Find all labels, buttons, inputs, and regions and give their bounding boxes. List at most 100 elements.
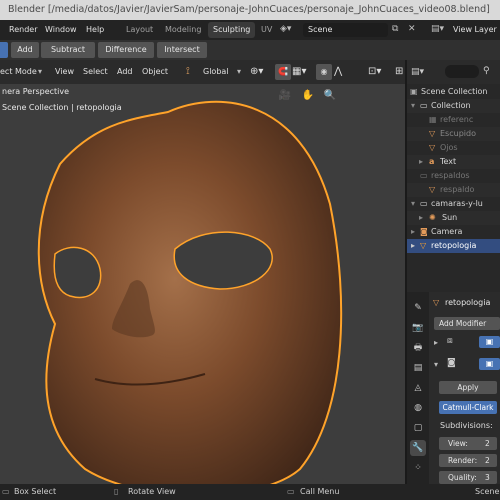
copy-scene-icon[interactable]: ⧉ bbox=[392, 24, 398, 34]
view-layer-name[interactable]: View Layer bbox=[453, 20, 497, 40]
outliner-header: ▤▾ ⚲ bbox=[407, 60, 500, 84]
outliner-row-label: camaras-y-lu bbox=[431, 199, 483, 208]
difference-button[interactable]: Difference bbox=[98, 42, 154, 58]
intersect-button[interactable]: Intersect bbox=[157, 42, 207, 58]
render-levels-field[interactable]: Render: 2 bbox=[439, 454, 497, 467]
outliner-display-icon[interactable]: ▤▾ bbox=[411, 65, 424, 79]
tab-layout[interactable]: Layout bbox=[121, 22, 158, 38]
tab-uv[interactable]: UV bbox=[256, 22, 277, 38]
add-modifier-button[interactable]: Add Modifier bbox=[434, 317, 500, 330]
apply-button[interactable]: Apply bbox=[439, 381, 497, 394]
collection-icon: ▣ bbox=[410, 87, 418, 96]
tool-tab-icon[interactable]: ✎ bbox=[410, 300, 426, 316]
snap-target-icon[interactable]: ▦▾ bbox=[292, 60, 306, 84]
menu-window[interactable]: Window bbox=[45, 20, 77, 40]
3d-viewport[interactable]: nera Perspective Scene Collection | reto… bbox=[0, 84, 405, 484]
falloff-icon[interactable]: ⋀ bbox=[334, 60, 342, 84]
catmull-clark-button[interactable]: Catmull-Clark bbox=[439, 401, 497, 414]
orientation-dropdown-icon[interactable]: ▾ bbox=[237, 60, 241, 84]
scene-name-field[interactable]: Scene bbox=[303, 23, 388, 37]
quality-label: Quality: bbox=[448, 473, 477, 482]
quality-field[interactable]: Quality: 3 bbox=[439, 471, 497, 484]
proportional-edit-icon[interactable]: ◉ bbox=[316, 64, 332, 80]
outliner-panel: ▤▾ ⚲ ▣ Scene Collection ▾ ▭ Collection ▦… bbox=[405, 60, 500, 292]
outliner-row[interactable]: ▣ Scene Collection bbox=[407, 85, 500, 99]
status-bar: ▭ Box Select ▯ Rotate View ▭ Call Menu S… bbox=[0, 484, 500, 500]
outliner-row-label: respaldo bbox=[440, 185, 475, 194]
transform-orientation[interactable]: Global bbox=[203, 60, 229, 84]
status-call-menu: Call Menu bbox=[300, 487, 340, 496]
world-tab-icon[interactable]: ◍ bbox=[410, 400, 426, 416]
outliner-row-label: Collection bbox=[431, 101, 471, 110]
outliner-row[interactable]: ▭ respaldos bbox=[407, 169, 500, 183]
pivot-point-icon[interactable]: ⊕▾ bbox=[250, 60, 263, 84]
scene-tab-icon[interactable]: ◬ bbox=[410, 380, 426, 396]
status-box-select: Box Select bbox=[14, 487, 57, 496]
tab-sculpting[interactable]: Sculpting bbox=[208, 22, 256, 38]
outliner-row[interactable]: ▸ ▽ retopologia bbox=[407, 239, 500, 253]
collection-icon: ▭ bbox=[420, 171, 428, 180]
particles-tab-icon[interactable]: ⁘ bbox=[410, 460, 426, 476]
outliner-row[interactable]: ▸ ✺ Sun bbox=[407, 211, 500, 225]
outliner-row-label: respaldos bbox=[431, 171, 470, 180]
view-levels-field[interactable]: View: 2 bbox=[439, 437, 497, 450]
view-layer-tab-icon[interactable]: ▤ bbox=[410, 360, 426, 376]
render-levels-value: 2 bbox=[485, 456, 490, 465]
outliner-row[interactable]: ▾ ▭ camaras-y-lu bbox=[407, 197, 500, 211]
outliner-row[interactable]: ▸ ◙ Camera bbox=[407, 225, 500, 239]
scene-browse-icon[interactable]: ◈▾ bbox=[280, 24, 291, 34]
outliner-row[interactable]: ▦ referenc bbox=[407, 113, 500, 127]
tab-modeling[interactable]: Modeling bbox=[160, 22, 206, 38]
render-tab-icon[interactable]: 📷 bbox=[410, 320, 426, 336]
image-icon: ▦ bbox=[429, 115, 437, 124]
mode-selector[interactable]: ect Mode bbox=[0, 60, 37, 84]
viewport-gizmo-icon[interactable]: ⊞ bbox=[395, 60, 403, 84]
face-mesh[interactable] bbox=[0, 84, 405, 484]
status-rotate-view: Rotate View bbox=[128, 487, 176, 496]
menu-render[interactable]: Render bbox=[9, 20, 37, 40]
add-button[interactable]: Add bbox=[11, 42, 39, 58]
outliner-search-input[interactable] bbox=[445, 65, 479, 78]
view-levels-value: 2 bbox=[485, 439, 490, 448]
outliner-row[interactable]: ▾ ▭ Collection bbox=[407, 99, 500, 113]
subdivisions-label: Subdivisions: bbox=[440, 421, 493, 430]
properties-tabs: ✎ 📷 🖶 ▤ ◬ ◍ ▢ 🔧 ⁘ bbox=[407, 292, 429, 484]
delete-scene-icon[interactable]: ✕ bbox=[408, 24, 416, 34]
modifier-visibility-icon[interactable]: ▣ bbox=[479, 336, 500, 348]
subtract-button[interactable]: Subtract bbox=[41, 42, 95, 58]
collection-icon: ▭ bbox=[420, 199, 428, 208]
menu-add[interactable]: Add bbox=[117, 60, 133, 84]
outliner-row-label: Escupido bbox=[440, 129, 476, 138]
mesh-icon: ▽ bbox=[429, 185, 436, 194]
mode-dropdown-icon[interactable]: ▾ bbox=[38, 60, 42, 84]
camera-icon: ◙ bbox=[420, 227, 428, 236]
outliner-row-label: referenc bbox=[440, 115, 474, 124]
outliner-row[interactable]: ▽ Escupido bbox=[407, 127, 500, 141]
visibility-icon[interactable]: ⊡▾ bbox=[368, 60, 381, 84]
output-tab-icon[interactable]: 🖶 bbox=[410, 340, 426, 356]
outliner-row[interactable]: ▸ a Text bbox=[407, 155, 500, 169]
object-tab-icon[interactable]: ▢ bbox=[410, 420, 426, 436]
menu-object[interactable]: Object bbox=[142, 60, 168, 84]
subsurf-collapse-icon[interactable]: ▾ bbox=[434, 360, 438, 369]
menu-help[interactable]: Help bbox=[86, 20, 104, 40]
outliner-filter-icon[interactable]: ⚲ bbox=[483, 64, 490, 78]
top-menu-bar: Render Window Help Layout Modeling Sculp… bbox=[0, 20, 500, 40]
view-layer-icon[interactable]: ▤▾ bbox=[431, 24, 444, 34]
transform-orientation-icon[interactable]: ⟟ bbox=[186, 60, 190, 84]
outliner-row-label: Camera bbox=[431, 227, 463, 236]
subsurf-visibility-icon[interactable]: ▣ bbox=[479, 358, 500, 370]
outliner-row[interactable]: ▽ respaldo bbox=[407, 183, 500, 197]
outliner-row-label: Text bbox=[440, 157, 457, 166]
outliner-row[interactable]: ▽ Ojos bbox=[407, 141, 500, 155]
mode-toggle-button[interactable] bbox=[0, 42, 8, 58]
outliner-row-label: retopologia bbox=[431, 241, 477, 250]
mouse-middle-icon: ▯ bbox=[114, 487, 119, 496]
modifier-expand-icon[interactable]: ▸ bbox=[434, 338, 438, 347]
object-mesh-icon: ▽ bbox=[433, 298, 440, 307]
menu-select[interactable]: Select bbox=[83, 60, 108, 84]
modifier-tab-icon[interactable]: 🔧 bbox=[410, 440, 426, 456]
menu-view[interactable]: View bbox=[55, 60, 74, 84]
render-levels-label: Render: bbox=[448, 456, 478, 465]
snap-toggle-icon[interactable]: 🧲 bbox=[275, 64, 291, 80]
